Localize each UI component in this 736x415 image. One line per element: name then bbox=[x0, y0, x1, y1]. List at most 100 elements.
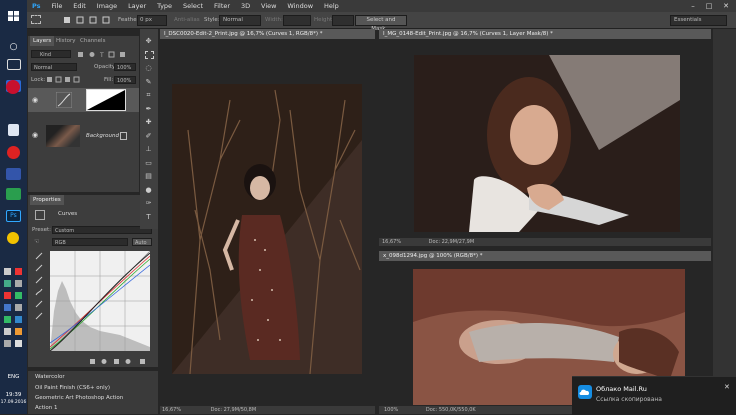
menu-filter[interactable]: Filter bbox=[214, 0, 230, 12]
pen-tool-icon[interactable]: ✑ bbox=[144, 199, 153, 208]
blend-mode-select[interactable]: Normal bbox=[31, 63, 77, 71]
curves-bottom-icons[interactable] bbox=[88, 358, 158, 365]
lock-icons[interactable] bbox=[46, 76, 86, 83]
notification-close-icon[interactable]: ✕ bbox=[724, 383, 730, 391]
app-icon-green[interactable] bbox=[6, 188, 21, 200]
fill-label: Fill: bbox=[104, 77, 114, 83]
document-tab-3[interactable]: x_098d1294.jpg @ 100% (RGB/8*) * bbox=[379, 251, 711, 261]
eyedropper-tools[interactable] bbox=[34, 251, 44, 331]
action-item[interactable]: Watercolor bbox=[35, 374, 65, 380]
menu-file[interactable]: File bbox=[51, 0, 62, 12]
zoom-level[interactable]: 16,67% bbox=[162, 407, 181, 413]
action-item[interactable]: Oil Paint Finish (CS6+ only) bbox=[35, 385, 110, 391]
type-tool-icon[interactable]: T bbox=[144, 213, 153, 222]
auto-label: Auto bbox=[135, 240, 147, 246]
menu-3d[interactable]: 3D bbox=[241, 0, 250, 12]
doc-size: Doc: 27,9M/50,8M bbox=[210, 407, 257, 413]
workspace-select[interactable]: Essentials bbox=[670, 15, 727, 26]
system-tray-icons[interactable] bbox=[3, 266, 24, 354]
zoom-level[interactable]: 16,67% bbox=[382, 239, 401, 245]
marquee-tool-icon[interactable] bbox=[145, 51, 154, 59]
move-tool-icon[interactable]: ✥ bbox=[144, 37, 153, 46]
clone-stamp-tool-icon[interactable]: ⊥ bbox=[144, 145, 153, 154]
visibility-eye-icon[interactable]: ◉ bbox=[32, 131, 38, 139]
language-indicator[interactable]: ENG bbox=[0, 374, 27, 380]
height-input[interactable] bbox=[332, 15, 354, 26]
app-icon-media[interactable] bbox=[7, 146, 20, 159]
menu-edit[interactable]: Edit bbox=[73, 0, 86, 12]
tab-properties[interactable]: Properties bbox=[30, 195, 64, 205]
options-bar: Feather: 0 px Anti-alias Style: Normal W… bbox=[27, 12, 736, 32]
width-input[interactable] bbox=[283, 15, 311, 26]
layer-row-background[interactable]: ◉ Background bbox=[28, 124, 139, 148]
opera-icon[interactable] bbox=[6, 80, 20, 94]
action-item[interactable]: Geometric Art Photoshop Action bbox=[35, 395, 123, 401]
visibility-eye-icon[interactable]: ◉ bbox=[32, 96, 38, 104]
gradient-tool-icon[interactable]: ▤ bbox=[144, 172, 153, 181]
menu-image[interactable]: Image bbox=[97, 0, 117, 12]
action-item[interactable]: Action 1 bbox=[35, 405, 57, 411]
curves-graph[interactable] bbox=[49, 250, 151, 352]
lasso-tool-icon[interactable]: ◌ bbox=[144, 64, 153, 73]
menu-window[interactable]: Window bbox=[287, 0, 313, 12]
opacity-value: 100% bbox=[117, 65, 132, 71]
clock-date[interactable]: 17.09.2016 bbox=[0, 400, 27, 405]
document-tab-2[interactable]: I_MG_0148-Edit_Print.jpg @ 16,7% (Curves… bbox=[379, 29, 711, 39]
targeted-adjustment-icon[interactable]: ☜ bbox=[34, 238, 39, 245]
document-canvas-1[interactable] bbox=[160, 40, 375, 405]
style-select[interactable]: Normal bbox=[219, 15, 261, 26]
layer-mask-thumbnail[interactable] bbox=[86, 89, 126, 111]
menu-view[interactable]: View bbox=[261, 0, 276, 12]
layer-filter-icons[interactable]: T bbox=[76, 51, 136, 59]
close-icon[interactable]: ✕ bbox=[719, 0, 733, 12]
properties-panel: Properties Curves Preset: Custom ☜ RGB A… bbox=[28, 195, 158, 367]
channel-select[interactable]: RGB bbox=[52, 238, 128, 246]
brush-tool-icon[interactable]: ✐ bbox=[144, 132, 153, 141]
crop-tool-icon[interactable]: ⌗ bbox=[144, 91, 153, 100]
fill-input[interactable]: 100% bbox=[114, 76, 136, 84]
menu-layer[interactable]: Layer bbox=[128, 0, 146, 12]
preset-select[interactable]: Custom bbox=[52, 226, 152, 234]
curves-panel-icon bbox=[35, 210, 45, 220]
document-canvas-2[interactable] bbox=[379, 40, 711, 237]
layer-row-curves[interactable]: ◉ bbox=[28, 88, 139, 112]
curves-title: Curves bbox=[58, 211, 78, 217]
curves-adjustment-icon bbox=[55, 91, 73, 109]
menu-type[interactable]: Type bbox=[157, 0, 172, 12]
task-view-icon[interactable] bbox=[7, 59, 21, 70]
eraser-tool-icon[interactable]: ▭ bbox=[144, 159, 153, 168]
auto-button[interactable]: Auto bbox=[132, 238, 152, 246]
maximize-icon[interactable]: □ bbox=[702, 0, 716, 12]
right-panel-strip[interactable] bbox=[713, 29, 736, 414]
app-icon-document[interactable] bbox=[8, 124, 19, 136]
layer-filter-kind[interactable]: Kind bbox=[31, 50, 71, 58]
feather-input[interactable]: 0 px bbox=[137, 15, 167, 26]
antialias-label[interactable]: Anti-alias bbox=[174, 17, 200, 23]
quick-select-tool-icon[interactable]: ✎ bbox=[144, 78, 153, 87]
menu-select[interactable]: Select bbox=[183, 0, 203, 12]
clock-time[interactable]: 19:39 bbox=[0, 392, 27, 398]
selection-mode-icons[interactable] bbox=[63, 16, 115, 24]
toast-notification[interactable]: Облако Mail.Ru Ссылка скопирована ✕ bbox=[572, 376, 736, 415]
menu-bar: Ps File Edit Image Layer Type Select Fil… bbox=[27, 0, 736, 12]
select-and-mask-button[interactable]: Select and Mask... bbox=[355, 15, 407, 32]
zoom-level[interactable]: 100% bbox=[384, 407, 398, 413]
windows-start-icon[interactable] bbox=[6, 10, 21, 22]
minimize-icon[interactable]: – bbox=[686, 0, 700, 12]
tab-layers[interactable]: Layers bbox=[30, 36, 55, 46]
document-tab-1[interactable]: I_DSC0020-Edit-2_Print.jpg @ 16,7% (Curv… bbox=[160, 29, 375, 39]
app-icon-save[interactable] bbox=[6, 168, 21, 180]
tab-history[interactable]: History bbox=[53, 36, 79, 46]
menu-help[interactable]: Help bbox=[324, 0, 339, 12]
home-tool-icon[interactable] bbox=[31, 15, 41, 24]
dodge-tool-icon[interactable]: ● bbox=[144, 186, 153, 195]
healing-brush-tool-icon[interactable]: ✚ bbox=[144, 118, 153, 127]
photoshop-taskbar-icon[interactable]: Ps bbox=[6, 210, 21, 222]
notification-message: Ссылка скопирована bbox=[596, 396, 662, 403]
eyedropper-tool-icon[interactable]: ✒ bbox=[144, 105, 153, 114]
layers-panel: Layers History Channels Kind T Normal Op… bbox=[28, 36, 139, 192]
tab-channels[interactable]: Channels bbox=[77, 36, 108, 46]
opacity-input[interactable]: 100% bbox=[114, 63, 136, 71]
search-icon[interactable]: ○ bbox=[6, 41, 21, 53]
app-icon-yellow[interactable] bbox=[7, 232, 19, 244]
